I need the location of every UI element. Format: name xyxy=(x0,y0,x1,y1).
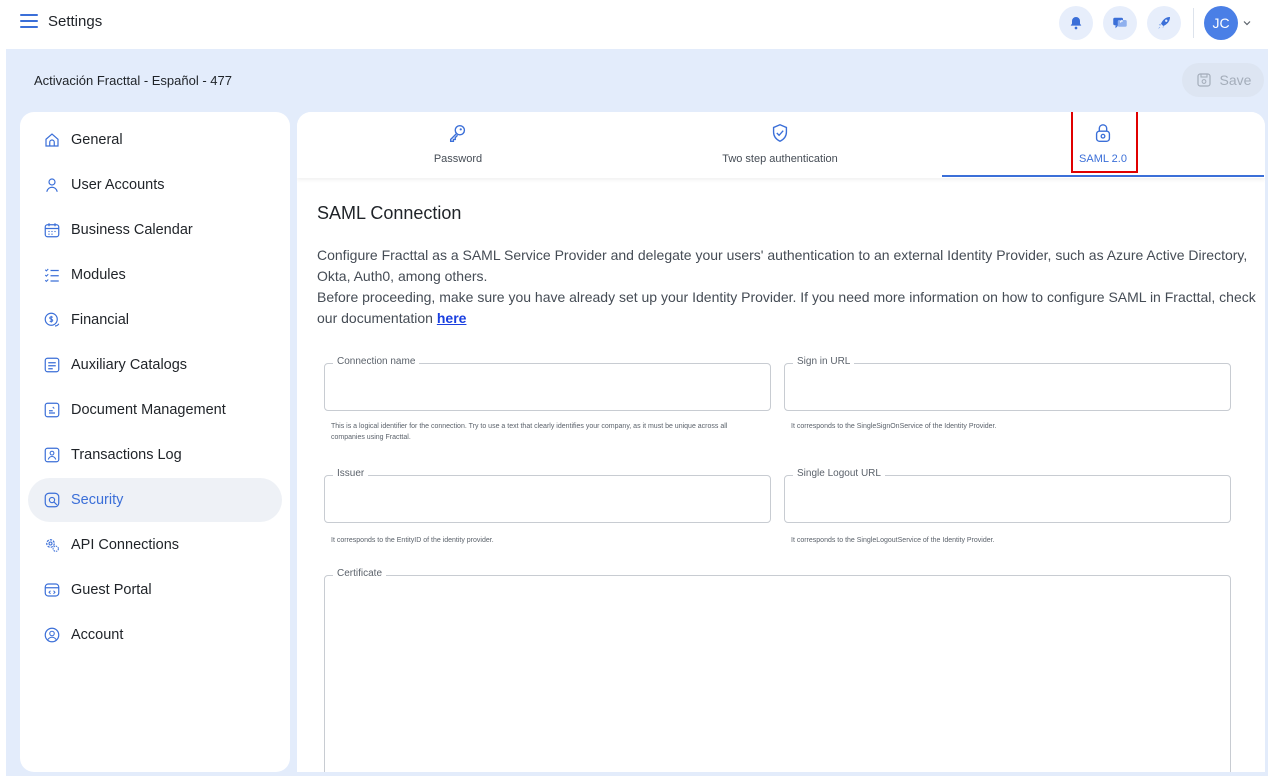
section-title: SAML Connection xyxy=(317,203,462,223)
user-menu[interactable]: JC xyxy=(1204,6,1252,40)
issuer-field[interactable]: Issuer xyxy=(324,468,771,523)
home-icon xyxy=(42,130,62,150)
divider xyxy=(1193,8,1194,38)
sidebar-item-general[interactable]: General xyxy=(28,118,282,162)
content-panel: Password Two step authentication SAML 2.… xyxy=(297,112,1265,772)
sign-in-url-input[interactable] xyxy=(785,364,1230,410)
sidebar-item-label: Transactions Log xyxy=(71,447,182,463)
breadcrumb: Activación Fracttal - Español - 477 xyxy=(34,73,232,88)
save-label: Save xyxy=(1219,72,1252,88)
highlight-box xyxy=(1071,112,1138,173)
user-icon xyxy=(42,175,62,195)
chat-icon xyxy=(1113,17,1127,29)
tab-label: Two step authentication xyxy=(722,153,838,165)
top-actions: JC xyxy=(1059,5,1252,41)
sidebar-item-financial[interactable]: Financial xyxy=(28,298,282,342)
section-description: Configure Fracttal as a SAML Service Pro… xyxy=(317,245,1257,329)
sidebar-item-label: User Accounts xyxy=(71,177,165,193)
catalog-icon xyxy=(42,355,62,375)
sidebar-item-modules[interactable]: Modules xyxy=(28,253,282,297)
sidebar-item-document-management[interactable]: Document Management xyxy=(28,388,282,432)
calendar-icon xyxy=(42,220,62,240)
sidebar-item-label: Guest Portal xyxy=(71,582,152,598)
sidebar-item-label: Financial xyxy=(71,312,130,328)
single-logout-url-input[interactable] xyxy=(785,476,1230,522)
sidebar-item-business-calendar[interactable]: Business Calendar xyxy=(28,208,282,252)
chevron-down-icon xyxy=(1243,21,1251,26)
tab-password[interactable]: Password xyxy=(297,112,619,178)
sidebar-item-guest-portal[interactable]: Guest Portal xyxy=(28,568,282,612)
rocket-icon xyxy=(1158,17,1170,29)
account-icon xyxy=(42,625,62,645)
document-icon xyxy=(42,400,62,420)
certificate-field[interactable]: Certificate xyxy=(324,568,1231,772)
issuer-input[interactable] xyxy=(325,476,770,522)
api-gear-icon xyxy=(42,535,62,555)
sidebar-item-api-connections[interactable]: API Connections xyxy=(28,523,282,567)
app-title: Settings xyxy=(48,13,103,30)
portal-icon xyxy=(42,580,62,600)
documentation-link[interactable]: here xyxy=(437,310,467,326)
sidebar-item-label: API Connections xyxy=(71,537,180,553)
avatar[interactable]: JC xyxy=(1204,6,1238,40)
sidebar-item-transactions-log[interactable]: Transactions Log xyxy=(28,433,282,477)
money-icon xyxy=(42,310,62,330)
sidebar-item-account[interactable]: Account xyxy=(28,613,282,657)
sidebar-item-label: Modules xyxy=(71,267,126,283)
security-icon xyxy=(42,490,62,510)
list-icon xyxy=(42,265,62,285)
launch-button[interactable] xyxy=(1147,6,1181,40)
save-button[interactable]: Save xyxy=(1182,63,1264,97)
issuer-hint: It corresponds to the EntityID of the id… xyxy=(331,537,494,544)
save-icon xyxy=(1196,73,1211,87)
connection-name-field[interactable]: Connection name xyxy=(324,356,771,411)
sidebar-item-label: Document Management xyxy=(71,402,226,418)
bell-icon xyxy=(1070,17,1082,30)
menu-icon[interactable] xyxy=(20,14,38,28)
sign-in-url-field[interactable]: Sign in URL xyxy=(784,356,1231,411)
certificate-textarea[interactable] xyxy=(325,576,1230,772)
chat-button[interactable] xyxy=(1103,6,1137,40)
notifications-button[interactable] xyxy=(1059,6,1093,40)
sidebar-item-label: Auxiliary Catalogs xyxy=(71,357,188,373)
key-icon xyxy=(449,124,466,142)
connection-name-hint: This is a logical identifier for the con… xyxy=(331,423,728,441)
tab-two-step-authentication[interactable]: Two step authentication xyxy=(619,112,941,178)
shield-check-icon xyxy=(772,124,788,143)
sign-in-url-hint: It corresponds to the SingleSignOnServic… xyxy=(791,423,997,430)
description-text-1: Configure Fracttal as a SAML Service Pro… xyxy=(317,247,1248,284)
top-bar: Settings JC xyxy=(0,0,1268,46)
sidebar-item-auxiliary-catalogs[interactable]: Auxiliary Catalogs xyxy=(28,343,282,387)
sidebar-item-label: Account xyxy=(71,627,124,643)
sidebar-item-label: General xyxy=(71,132,123,148)
active-tab-indicator xyxy=(942,175,1264,177)
settings-sidebar: General User Accounts Business Calendar … xyxy=(20,112,290,772)
sidebar-item-user-accounts[interactable]: User Accounts xyxy=(28,163,282,207)
sidebar-item-security[interactable]: Security xyxy=(28,478,282,522)
single-logout-url-field[interactable]: Single Logout URL xyxy=(784,468,1231,523)
sidebar-item-label: Business Calendar xyxy=(71,222,193,238)
security-tabs: Password Two step authentication SAML 2.… xyxy=(297,112,1265,178)
sidebar-item-label: Security xyxy=(71,492,124,508)
single-logout-url-hint: It corresponds to the SingleLogoutServic… xyxy=(791,537,995,544)
log-icon xyxy=(42,445,62,465)
connection-name-input[interactable] xyxy=(325,364,770,410)
tab-label: Password xyxy=(433,153,483,165)
